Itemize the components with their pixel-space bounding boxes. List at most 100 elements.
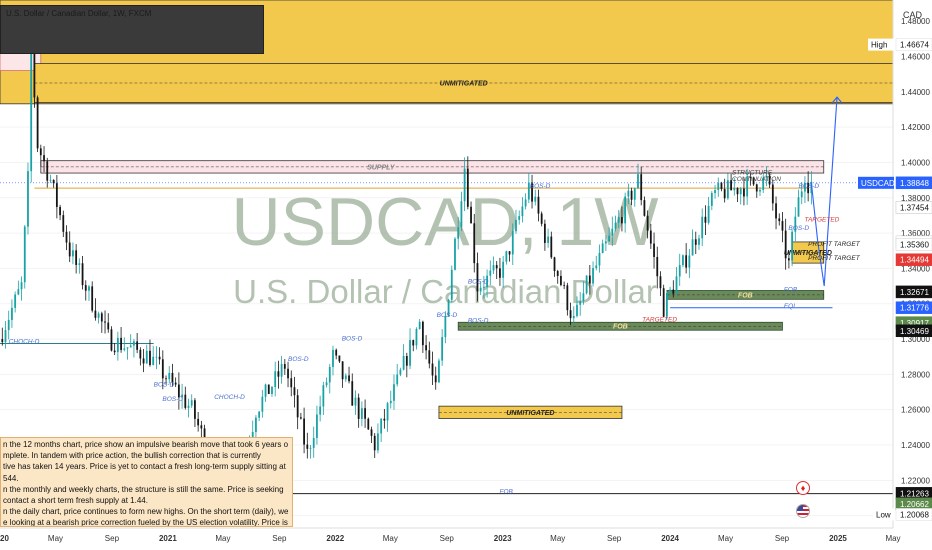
- canada-flag-icon[interactable]: ♦: [796, 481, 810, 495]
- candle-body: [778, 218, 781, 222]
- candle-body: [787, 258, 790, 261]
- annotation-label: PROFIT TARGET: [808, 255, 861, 262]
- candle-body: [621, 217, 623, 224]
- candle-body: [482, 286, 485, 288]
- annotation-label: FOB: [784, 286, 798, 293]
- x-tick-label: May: [718, 534, 733, 543]
- price-tag-name: Low: [876, 510, 891, 519]
- candle-body: [678, 265, 681, 277]
- candle-body: [126, 347, 129, 349]
- candle-body: [11, 307, 13, 320]
- candle-body: [39, 148, 42, 156]
- candle-body: [88, 286, 90, 291]
- candle-body: [14, 294, 17, 308]
- candle-body: [476, 263, 479, 292]
- candle-body: [17, 289, 20, 295]
- candle-body: [418, 321, 421, 329]
- candle-body: [707, 205, 710, 223]
- candle-body: [354, 397, 357, 406]
- price-tag-value: 1.34494: [900, 256, 929, 265]
- candle-body: [7, 319, 10, 331]
- candle-body: [97, 313, 100, 318]
- candle-body: [341, 361, 344, 380]
- zone-label: FOB: [738, 292, 753, 299]
- candle-body: [682, 255, 684, 266]
- annotation-label: EQL: [784, 303, 797, 310]
- candle-body: [360, 408, 363, 419]
- candle-body: [624, 196, 627, 224]
- candle-body: [714, 190, 716, 194]
- candle-body: [633, 188, 636, 200]
- zone-label: UNMITIGATED: [440, 80, 488, 87]
- annotation-label: BOS-D: [154, 382, 175, 389]
- candle-body: [396, 374, 399, 385]
- candle-body: [43, 155, 45, 162]
- candle-body: [62, 215, 65, 232]
- candle-body: [473, 223, 476, 264]
- y-tick-label: 1.44000: [901, 88, 930, 97]
- candle-body: [75, 250, 78, 265]
- candle-body: [110, 329, 113, 351]
- candle-body: [733, 188, 736, 191]
- price-tag-value: 1.38848: [900, 179, 929, 188]
- candle-body: [614, 222, 617, 229]
- candle-body: [142, 358, 145, 364]
- candle-body: [463, 168, 466, 202]
- annotation-label: TARGETED: [804, 217, 839, 224]
- candle-body: [537, 196, 540, 214]
- x-tick-label: May: [550, 534, 565, 543]
- x-tick-label: 2020: [0, 534, 9, 543]
- candle-body: [502, 261, 505, 278]
- note-line: n the 12 months chart, price show an imp…: [3, 440, 289, 449]
- candle-body: [515, 219, 517, 232]
- candle-body: [560, 275, 562, 285]
- annotation-label: BOS-D: [437, 312, 458, 319]
- candle-body: [672, 289, 675, 294]
- candle-body: [332, 349, 334, 367]
- candle-body: [261, 396, 264, 412]
- chart-title: U.S. Dollar / Canadian Dollar, 1W, FXCM: [6, 9, 152, 18]
- candle-body: [174, 382, 177, 385]
- candle-body: [274, 371, 277, 387]
- candle-body: [665, 292, 668, 317]
- candle-body: [187, 405, 190, 408]
- price-tag-name: High: [871, 41, 887, 50]
- annotation-label: PROFIT TARGET: [808, 241, 861, 248]
- price-tag-name: USDCAD: [861, 179, 895, 188]
- candle-body: [283, 364, 286, 369]
- candle-body: [72, 250, 74, 257]
- candle-body: [450, 269, 453, 300]
- candle-body: [383, 418, 386, 421]
- note-line: mplete. In tandem with price action, the…: [3, 451, 261, 461]
- candle-body: [588, 275, 591, 284]
- us-flag-icon[interactable]: [796, 504, 810, 518]
- candle-body: [136, 341, 139, 350]
- y-tick-label: 1.40000: [901, 158, 930, 167]
- candle-body: [312, 437, 315, 448]
- zone-label: UNMITIGATED: [506, 410, 554, 417]
- candle-body: [736, 188, 739, 195]
- annotation-label: BOS-D: [468, 278, 489, 285]
- candle-body: [669, 289, 671, 293]
- y-tick-label: 1.42000: [901, 123, 930, 132]
- candle-body: [441, 337, 444, 361]
- candle-body: [271, 386, 273, 394]
- candle-body: [377, 433, 379, 451]
- candle-body: [627, 190, 630, 197]
- candle-body: [290, 378, 293, 388]
- price-tag-value: 1.31776: [900, 304, 929, 313]
- candle-body: [691, 239, 694, 256]
- x-tick-label: May: [48, 534, 63, 543]
- candle-body: [781, 221, 784, 231]
- candle-body: [267, 384, 270, 394]
- candle-body: [524, 199, 527, 207]
- candle-body: [113, 350, 116, 353]
- candle-body: [104, 321, 106, 323]
- candle-body: [258, 411, 261, 418]
- candle-body: [328, 366, 331, 383]
- candle-body: [287, 368, 289, 379]
- candle-body: [710, 193, 713, 206]
- candle-body: [100, 313, 103, 322]
- candle-body: [800, 191, 803, 198]
- candle-body: [726, 180, 729, 199]
